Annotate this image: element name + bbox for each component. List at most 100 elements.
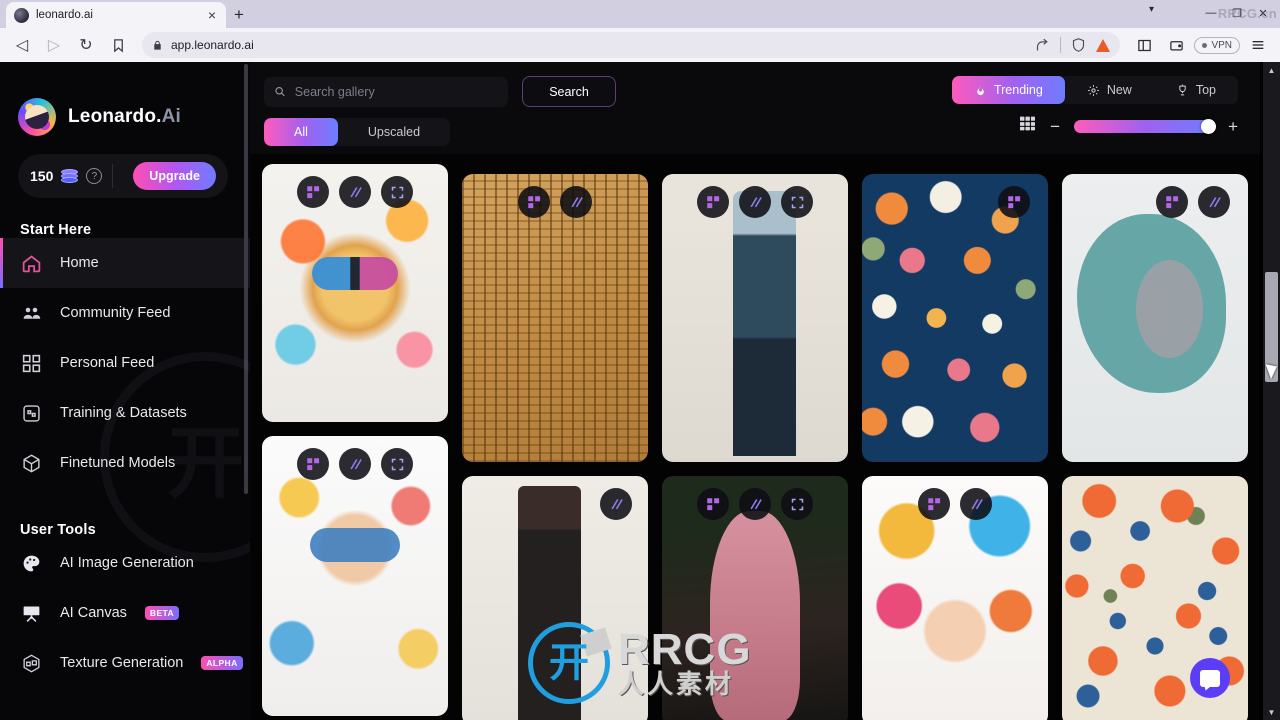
remix-icon[interactable] xyxy=(297,448,329,480)
sidebar-item-ai-image-generation[interactable]: AI Image Generation xyxy=(0,538,250,588)
browser-menu-icon[interactable] xyxy=(1244,32,1272,58)
card-character-sheet[interactable] xyxy=(462,476,648,720)
minimize-button[interactable]: — xyxy=(1198,2,1224,24)
card-blue-warrior[interactable] xyxy=(662,174,848,462)
gallery-toolbar: Search All Upscaled Trending New xyxy=(250,62,1260,154)
brand-suffix: Ai xyxy=(161,106,182,127)
card-colorful-hair[interactable] xyxy=(862,476,1048,720)
motion-icon[interactable] xyxy=(600,488,632,520)
tab-strip: leonardo.ai × + ▾ — ❐ ✕ RRCG.cn xyxy=(0,0,1280,28)
sort-tab-label: Trending xyxy=(993,83,1043,97)
sparkle-icon xyxy=(1087,84,1099,96)
motion-icon[interactable] xyxy=(560,186,592,218)
zoom-slider-handle[interactable] xyxy=(1201,118,1217,134)
zoom-out-button[interactable]: − xyxy=(1050,118,1060,135)
sidebar-item-label: Community Feed xyxy=(60,305,171,321)
motion-icon[interactable] xyxy=(1198,186,1230,218)
scroll-down-icon[interactable]: ▼ xyxy=(1263,704,1280,720)
open-chat-button[interactable] xyxy=(1190,658,1230,698)
address-bar[interactable]: app.leonardo.ai xyxy=(142,32,1121,58)
motion-icon[interactable] xyxy=(739,488,771,520)
remix-icon[interactable] xyxy=(697,488,729,520)
forward-icon[interactable]: ▷ xyxy=(40,32,68,58)
card-koala-bicycle[interactable] xyxy=(1062,174,1248,462)
tab-all[interactable]: All xyxy=(264,118,338,146)
upgrade-button[interactable]: Upgrade xyxy=(133,162,216,190)
wallet-icon[interactable] xyxy=(1162,32,1190,58)
motion-icon[interactable] xyxy=(339,176,371,208)
help-icon[interactable]: ? xyxy=(86,168,103,184)
close-window-button[interactable]: ✕ xyxy=(1250,2,1276,24)
toolbar-divider xyxy=(1060,37,1062,53)
vpn-badge[interactable]: VPN xyxy=(1194,36,1240,54)
zoom-controls: − + xyxy=(1019,116,1238,136)
close-tab-icon[interactable]: × xyxy=(206,8,218,22)
reload-icon[interactable]: ↻ xyxy=(72,32,100,58)
search-input[interactable] xyxy=(294,84,498,99)
alpha-badge: ALPHA xyxy=(201,656,243,670)
tab-new[interactable]: New xyxy=(1065,76,1154,104)
credits-divider xyxy=(112,164,114,188)
grid-density-icon[interactable] xyxy=(1019,116,1036,136)
tab-top[interactable]: Top xyxy=(1154,76,1238,104)
sidebar-item-community-feed[interactable]: Community Feed xyxy=(0,288,250,338)
leonardo-logo-icon xyxy=(18,98,56,136)
back-icon[interactable]: ◁ xyxy=(8,32,36,58)
expand-icon[interactable] xyxy=(781,186,813,218)
page-scrollbar[interactable]: ▲ ▼ xyxy=(1263,62,1280,720)
card-floral-blue[interactable] xyxy=(862,174,1048,462)
scroll-up-icon[interactable]: ▲ xyxy=(1263,62,1280,78)
bookmark-icon[interactable] xyxy=(104,32,132,58)
tab-trending[interactable]: Trending xyxy=(951,76,1065,104)
sidebar-item-training-datasets[interactable]: Training & Datasets xyxy=(0,388,250,438)
search-button[interactable]: Search xyxy=(522,76,616,107)
remix-icon[interactable] xyxy=(918,488,950,520)
sidebar-item-ai-canvas[interactable]: AI Canvas BETA xyxy=(0,588,250,638)
share-icon[interactable] xyxy=(1035,38,1050,53)
browser-tab[interactable]: leonardo.ai × xyxy=(6,2,226,28)
remix-icon[interactable] xyxy=(697,186,729,218)
sidebar-scrollbar[interactable] xyxy=(244,64,248,494)
sidebar-item-home[interactable]: Home xyxy=(0,238,250,288)
card-actions xyxy=(462,186,648,218)
chevron-down-icon[interactable]: ▾ xyxy=(1149,4,1154,15)
zoom-slider[interactable] xyxy=(1074,118,1217,134)
card-lion[interactable] xyxy=(262,164,448,422)
card-pink-hair-fairy[interactable] xyxy=(662,476,848,720)
remix-icon[interactable] xyxy=(297,176,329,208)
brand[interactable]: Leonardo.Ai xyxy=(0,62,250,136)
credit-count: 150 xyxy=(30,168,54,184)
expand-icon[interactable] xyxy=(381,176,413,208)
search-icon xyxy=(275,87,285,97)
sidebar-item-label: Home xyxy=(60,255,99,271)
card-actions xyxy=(262,448,448,480)
card-girl-glasses[interactable] xyxy=(262,436,448,716)
home-icon xyxy=(20,252,42,274)
palette-icon xyxy=(20,552,42,574)
sidebar-item-texture-generation[interactable]: Texture Generation ALPHA xyxy=(0,638,250,688)
zoom-in-button[interactable]: + xyxy=(1228,118,1238,135)
sidebar-item-label: Finetuned Models xyxy=(60,455,176,471)
sidebar-toggle-icon[interactable] xyxy=(1130,32,1158,58)
sidebar-item-finetuned-models[interactable]: Finetuned Models xyxy=(0,438,250,488)
new-tab-button[interactable]: + xyxy=(226,2,252,28)
remix-icon[interactable] xyxy=(518,186,550,218)
brave-shield-icon[interactable] xyxy=(1071,37,1086,53)
sidebar-item-personal-feed[interactable]: Personal Feed xyxy=(0,338,250,388)
card-hieroglyphs[interactable] xyxy=(462,174,648,462)
tab-upscaled[interactable]: Upscaled xyxy=(338,118,450,146)
trophy-icon xyxy=(1179,84,1186,95)
motion-icon[interactable] xyxy=(960,488,992,520)
card-actions xyxy=(662,186,848,218)
section-heading-start-here: Start Here xyxy=(20,222,92,238)
maximize-button[interactable]: ❐ xyxy=(1224,2,1250,24)
search-input-wrap[interactable] xyxy=(264,76,508,107)
expand-icon[interactable] xyxy=(381,448,413,480)
brave-lion-icon[interactable] xyxy=(1096,38,1111,52)
remix-icon[interactable] xyxy=(998,186,1030,218)
vpn-label: VPN xyxy=(1211,39,1232,51)
expand-icon[interactable] xyxy=(781,488,813,520)
motion-icon[interactable] xyxy=(739,186,771,218)
remix-icon[interactable] xyxy=(1156,186,1188,218)
motion-icon[interactable] xyxy=(339,448,371,480)
